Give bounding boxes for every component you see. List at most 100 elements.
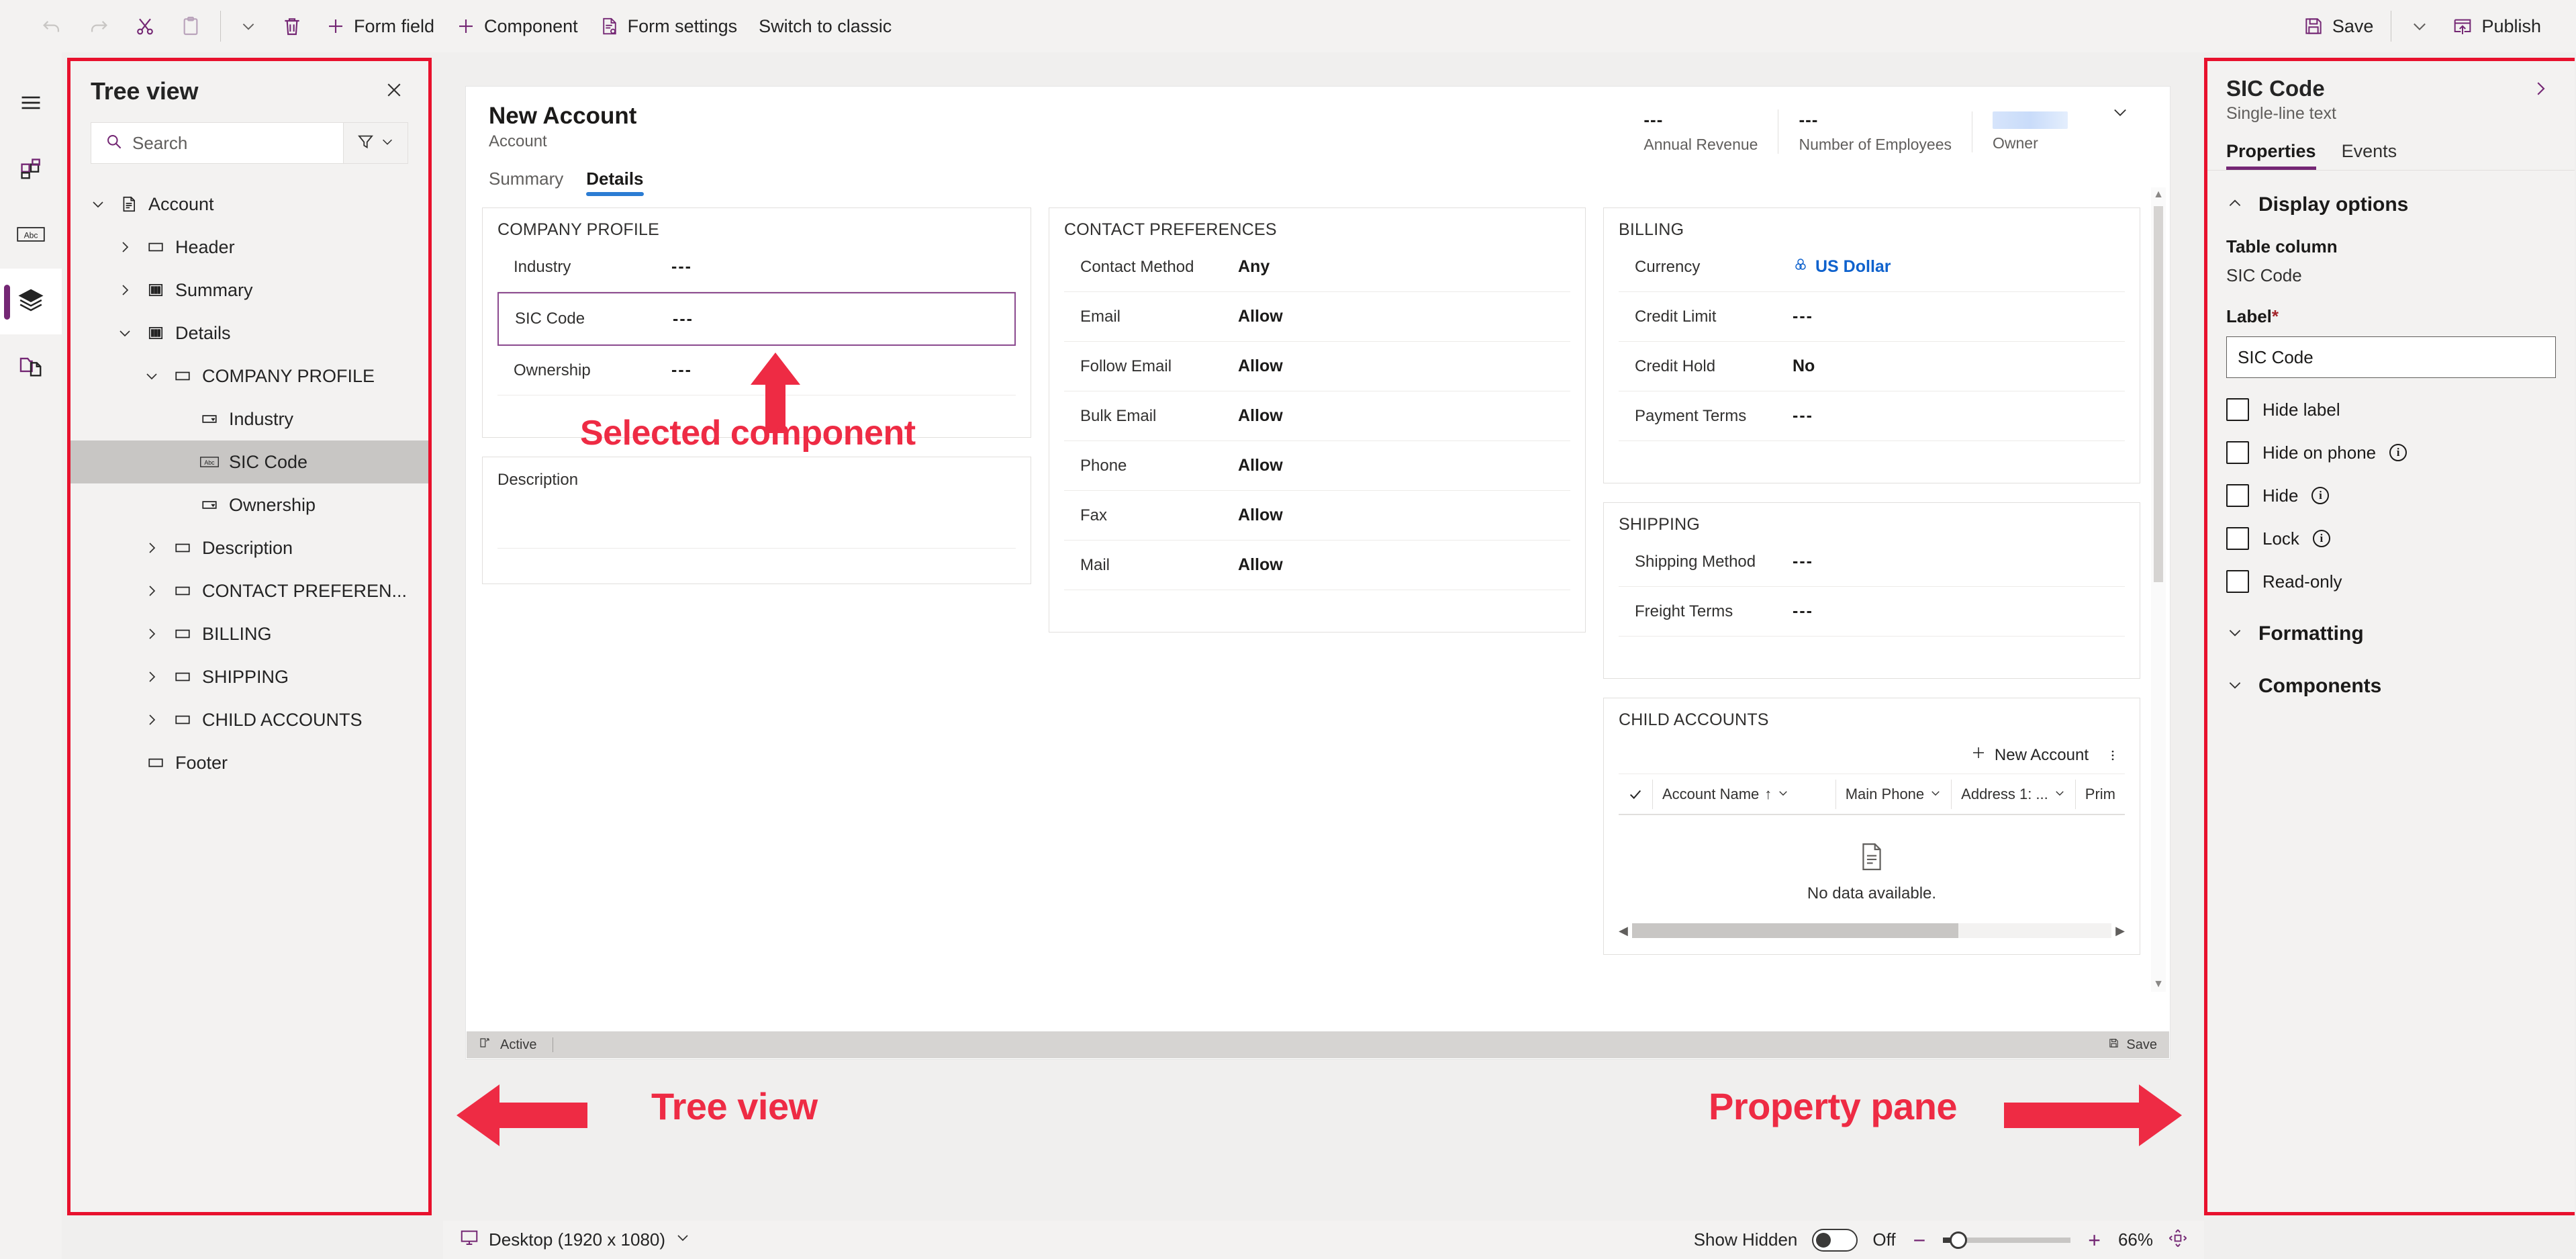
- chevron-down-icon[interactable]: [83, 196, 113, 212]
- checkbox-lock[interactable]: Lock i: [2226, 527, 2556, 550]
- tree-view-button[interactable]: [0, 269, 62, 334]
- field-row-credit-hold[interactable]: Credit Hold No: [1619, 342, 2125, 391]
- tab-events[interactable]: Events: [2342, 141, 2397, 170]
- filter-button[interactable]: [343, 123, 408, 163]
- section-description[interactable]: Description: [482, 457, 1031, 584]
- tree-node-footer[interactable]: Footer: [70, 741, 428, 784]
- form-vertical-scrollbar[interactable]: ▲ ▼: [2151, 187, 2166, 992]
- tree-node-header[interactable]: Header: [70, 226, 428, 269]
- tree-node-child-accounts[interactable]: CHILD ACCOUNTS: [70, 698, 428, 741]
- close-icon[interactable]: [380, 77, 408, 106]
- checkbox-hide-on-phone[interactable]: Hide on phone i: [2226, 441, 2556, 464]
- field-row-currency[interactable]: Currency US Dollar: [1619, 242, 2125, 292]
- checkbox-box[interactable]: [2226, 484, 2249, 507]
- chevron-right-icon[interactable]: [2525, 76, 2556, 107]
- chevron-down-icon[interactable]: [109, 325, 140, 341]
- components-button[interactable]: [0, 137, 62, 203]
- field-row-mail[interactable]: Mail Allow: [1064, 541, 1570, 590]
- checkbox-hide[interactable]: Hide i: [2226, 484, 2556, 507]
- scroll-left-arrow-icon[interactable]: ◀: [1619, 924, 1628, 938]
- tree-node-summary[interactable]: Summary: [70, 269, 428, 312]
- tree-node-sic-code[interactable]: Abc SIC Code: [70, 440, 428, 483]
- field-row-contact-method[interactable]: Contact Method Any: [1064, 242, 1570, 292]
- field-row-credit-limit[interactable]: Credit Limit ---: [1619, 292, 2125, 342]
- field-row-freight-terms[interactable]: Freight Terms ---: [1619, 587, 2125, 637]
- checkbox-hide-label[interactable]: Hide label: [2226, 398, 2556, 421]
- info-icon[interactable]: i: [2312, 530, 2330, 547]
- grid-horizontal-scrollbar[interactable]: ◀ ▶: [1619, 921, 2125, 945]
- scroll-thumb[interactable]: [2154, 206, 2163, 582]
- show-hidden-toggle[interactable]: [1812, 1228, 1858, 1252]
- chevron-right-icon[interactable]: [109, 239, 140, 255]
- switch-to-classic-button[interactable]: Switch to classic: [748, 7, 902, 46]
- header-field-number-of-employees[interactable]: --- Number of Employees: [1778, 109, 1972, 154]
- publish-button[interactable]: Publish: [2441, 7, 2552, 46]
- tree-node-details[interactable]: Details: [70, 312, 428, 355]
- tree-node-company-profile[interactable]: COMPANY PROFILE: [70, 355, 428, 398]
- fit-to-screen-icon[interactable]: [2168, 1228, 2188, 1252]
- info-icon[interactable]: i: [2389, 444, 2407, 461]
- form-footer-right[interactable]: Save: [2108, 1037, 2157, 1053]
- field-row-payment-terms[interactable]: Payment Terms ---: [1619, 391, 2125, 441]
- device-selector[interactable]: Desktop (1920 x 1080): [459, 1227, 691, 1252]
- checkbox-read-only[interactable]: Read-only: [2226, 570, 2556, 593]
- display-options-header[interactable]: Display options: [2207, 171, 2575, 216]
- tab-properties[interactable]: Properties: [2226, 141, 2316, 170]
- chevron-down-icon[interactable]: [136, 368, 167, 384]
- header-field-owner[interactable]: Owner: [1972, 111, 2088, 152]
- paste-options-dropdown[interactable]: [228, 7, 269, 46]
- tree-node-account[interactable]: Account: [70, 183, 428, 226]
- scroll-track[interactable]: [1631, 923, 2112, 938]
- component-button[interactable]: Component: [445, 7, 589, 46]
- hamburger-menu-button[interactable]: [0, 71, 62, 137]
- chevron-right-icon[interactable]: [136, 583, 167, 599]
- scroll-up-arrow-icon[interactable]: ▲: [2151, 187, 2166, 202]
- field-row-bulk-email[interactable]: Bulk Email Allow: [1064, 391, 1570, 441]
- redo-button[interactable]: [75, 7, 122, 46]
- field-row-email[interactable]: Email Allow: [1064, 292, 1570, 342]
- form-settings-button[interactable]: Form settings: [589, 7, 749, 46]
- paste-button[interactable]: [168, 7, 213, 46]
- column-header-address[interactable]: Address 1: ...: [1951, 779, 2075, 809]
- chevron-right-icon[interactable]: [136, 626, 167, 642]
- save-button[interactable]: Save: [2292, 7, 2385, 46]
- column-header-primary[interactable]: Prim: [2074, 779, 2125, 809]
- section-header-formatting[interactable]: Formatting: [2207, 593, 2575, 645]
- tree-node-ownership[interactable]: Ownership: [70, 483, 428, 526]
- more-vertical-icon[interactable]: [2106, 747, 2119, 763]
- search-input[interactable]: Search: [91, 123, 343, 163]
- label-input[interactable]: [2226, 336, 2556, 378]
- zoom-slider-thumb[interactable]: [1950, 1231, 1968, 1249]
- form-tab-summary[interactable]: Summary: [489, 169, 563, 196]
- save-options-dropdown[interactable]: [2398, 7, 2441, 46]
- related-button[interactable]: [0, 334, 62, 400]
- checkbox-box[interactable]: [2226, 398, 2249, 421]
- scroll-down-arrow-icon[interactable]: ▼: [2151, 977, 2166, 992]
- select-all-checkbox[interactable]: [1619, 780, 1652, 809]
- field-row-shipping-method[interactable]: Shipping Method ---: [1619, 537, 2125, 587]
- checkbox-box[interactable]: [2226, 570, 2249, 593]
- field-row-phone[interactable]: Phone Allow: [1064, 441, 1570, 491]
- chevron-right-icon[interactable]: [136, 669, 167, 685]
- info-icon[interactable]: i: [2311, 487, 2330, 504]
- chevron-right-icon[interactable]: [136, 540, 167, 556]
- header-field-annual-revenue[interactable]: --- Annual Revenue: [1623, 109, 1778, 154]
- checkbox-box[interactable]: [2226, 527, 2249, 550]
- table-columns-button[interactable]: Abc: [0, 203, 62, 269]
- cut-button[interactable]: [122, 7, 168, 46]
- plus-icon[interactable]: +: [2085, 1229, 2103, 1251]
- form-field-button[interactable]: Form field: [315, 7, 445, 46]
- minus-icon[interactable]: −: [1911, 1229, 1929, 1251]
- field-row-follow-email[interactable]: Follow Email Allow: [1064, 342, 1570, 391]
- zoom-slider[interactable]: [1943, 1231, 2071, 1249]
- header-expand-button[interactable]: [2088, 103, 2147, 154]
- tree-node-contact-preferen[interactable]: CONTACT PREFEREN...: [70, 569, 428, 612]
- chevron-right-icon[interactable]: [136, 712, 167, 728]
- section-header-components[interactable]: Components: [2207, 645, 2575, 698]
- field-row-fax[interactable]: Fax Allow: [1064, 491, 1570, 541]
- undo-button[interactable]: [28, 7, 75, 46]
- delete-button[interactable]: [269, 7, 315, 46]
- column-header-account-name[interactable]: Account Name ↑: [1652, 779, 1799, 809]
- field-row-industry[interactable]: Industry ---: [497, 242, 1016, 292]
- tree-node-billing[interactable]: BILLING: [70, 612, 428, 655]
